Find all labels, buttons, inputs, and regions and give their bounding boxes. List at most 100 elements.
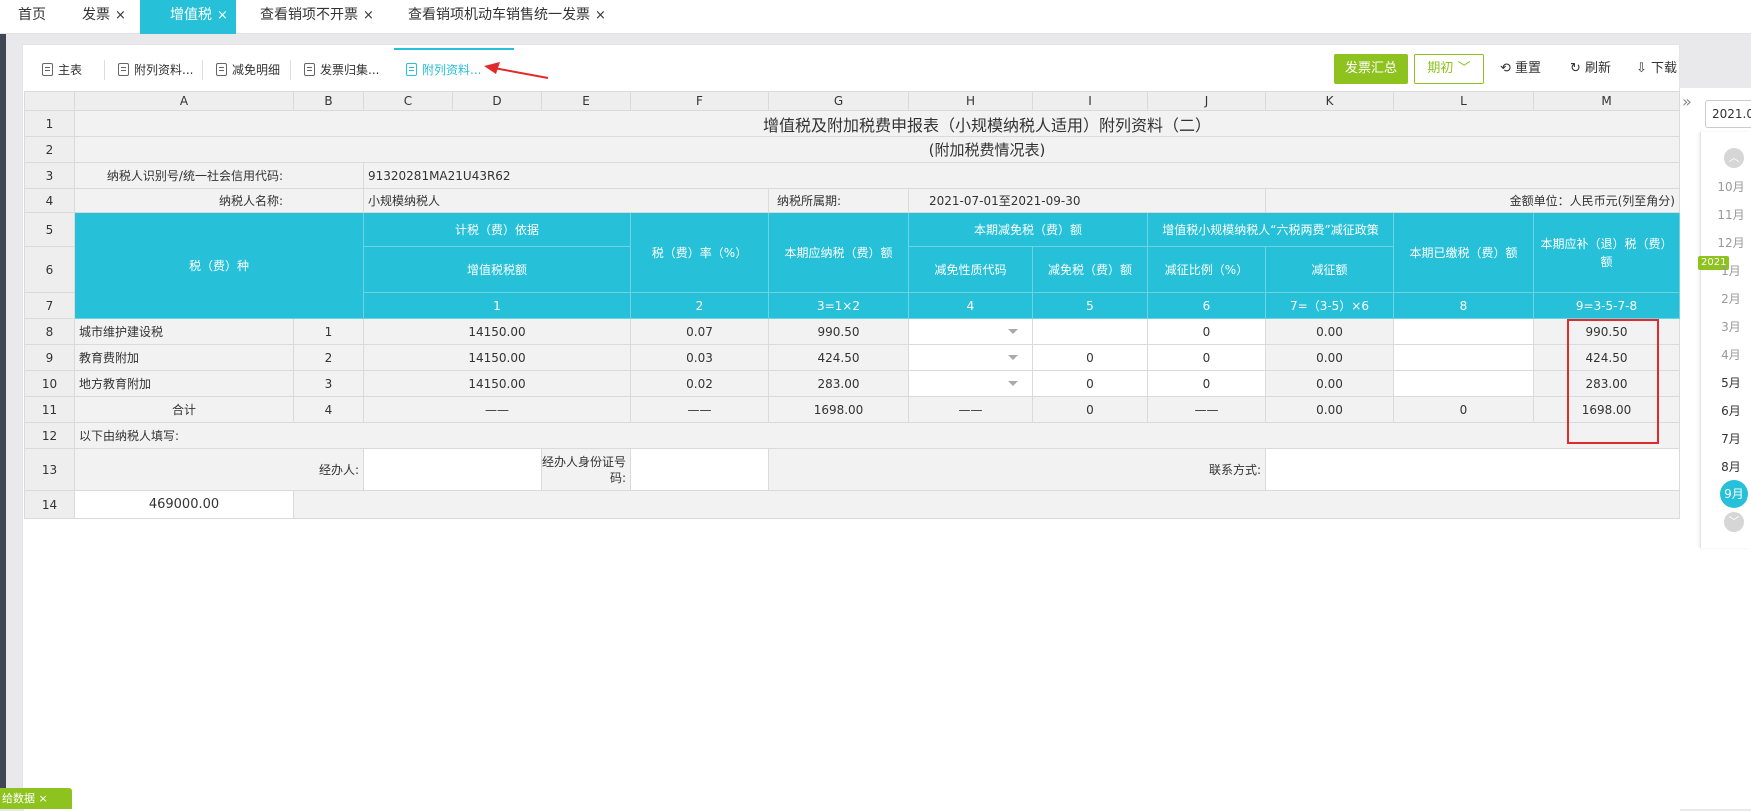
sheet-icon: [42, 63, 53, 76]
tab-vat[interactable]: 增值税 ×: [140, 0, 236, 34]
column-header[interactable]: K: [1266, 91, 1394, 111]
reduce-ratio-input[interactable]: 0: [1148, 319, 1266, 345]
row-header[interactable]: 12: [24, 423, 75, 449]
total-label: 合计: [75, 397, 294, 423]
row-header[interactable]: 13: [24, 449, 75, 491]
row-header[interactable]: 7: [24, 293, 75, 319]
payable-amount: 990.50: [769, 319, 909, 345]
agent-input[interactable]: [364, 449, 542, 491]
month-item-selected[interactable]: 9月: [1720, 480, 1748, 508]
reset-button[interactable]: ⟲ 重置: [1500, 54, 1541, 84]
chevron-down-icon[interactable]: ﹀: [1724, 512, 1744, 532]
relief-code-select[interactable]: [909, 319, 1033, 345]
column-header[interactable]: F: [631, 91, 769, 111]
subtab-main[interactable]: 主表: [42, 50, 82, 90]
column-header[interactable]: L: [1394, 91, 1534, 111]
agent-id-input[interactable]: [631, 449, 769, 491]
download-button[interactable]: ⇩ 下载: [1636, 54, 1677, 84]
col-number: 3=1×2: [769, 293, 909, 319]
tab-output-no-invoice[interactable]: 查看销项不开票 ×: [260, 0, 374, 34]
paid-amount-input[interactable]: [1394, 371, 1534, 397]
row-header[interactable]: 10: [24, 371, 75, 397]
column-header[interactable]: G: [769, 91, 909, 111]
subtab-relief-detail[interactable]: 减免明细: [216, 50, 280, 90]
tab-invoice[interactable]: 发票 ×: [82, 0, 126, 34]
row-header[interactable]: 4: [24, 189, 75, 213]
month-item[interactable]: 3月: [1713, 317, 1749, 337]
line-number: 1: [294, 319, 364, 345]
red-arrow-annotation: [484, 62, 549, 79]
month-item[interactable]: 4月: [1713, 345, 1749, 365]
month-item[interactable]: 10月: [1713, 177, 1749, 197]
row-header[interactable]: 2: [24, 137, 75, 163]
col-number: 4: [909, 293, 1033, 319]
agent-id-label: 经办人身份证号码:: [542, 449, 631, 491]
refresh-icon: ↻: [1570, 61, 1581, 76]
month-item[interactable]: 5月: [1713, 373, 1749, 393]
paid-amount-input[interactable]: [1394, 319, 1534, 345]
month-item[interactable]: 8月: [1713, 457, 1749, 477]
header-tax-type: 税（费）种: [75, 213, 364, 319]
chevron-up-icon[interactable]: ︿: [1724, 148, 1744, 168]
column-header[interactable]: C: [364, 91, 453, 111]
row-header[interactable]: 14: [24, 491, 75, 519]
month-item[interactable]: 11月: [1713, 205, 1749, 225]
line-number: 4: [294, 397, 364, 423]
month-item[interactable]: 6月: [1713, 401, 1749, 421]
period-year-input[interactable]: 2021.09: [1705, 100, 1751, 128]
refund-amount: 990.50: [1534, 319, 1680, 345]
row-header[interactable]: 8: [24, 319, 75, 345]
close-icon[interactable]: ×: [39, 792, 48, 805]
row-header[interactable]: 6: [24, 247, 75, 293]
bottom-floating-tab[interactable]: 给数据 ×: [0, 788, 72, 809]
close-icon[interactable]: ×: [217, 8, 228, 23]
column-header[interactable]: M: [1534, 91, 1680, 111]
download-icon: ⇩: [1636, 61, 1647, 76]
column-header[interactable]: E: [542, 91, 631, 111]
relief-code-select[interactable]: [909, 371, 1033, 397]
row-header[interactable]: 5: [24, 213, 75, 247]
refresh-button[interactable]: ↻ 刷新: [1570, 54, 1611, 84]
row-header[interactable]: 3: [24, 163, 75, 189]
row-header[interactable]: 9: [24, 345, 75, 371]
column-header[interactable]: H: [909, 91, 1033, 111]
header-reduce-ratio: 减征比例（%）: [1148, 247, 1266, 293]
paid-amount-input[interactable]: [1394, 345, 1534, 371]
month-item[interactable]: 1月: [1713, 261, 1749, 281]
tab-motor-vehicle-invoice[interactable]: 查看销项机动车销售统一发票 ×: [408, 0, 606, 34]
double-chevron-right-icon[interactable]: »: [1682, 92, 1692, 111]
column-header[interactable]: J: [1148, 91, 1266, 111]
month-item[interactable]: 2月: [1713, 289, 1749, 309]
row-header[interactable]: 1: [24, 111, 75, 137]
invoice-summary-button[interactable]: 发票汇总: [1334, 54, 1408, 84]
reduce-ratio-input[interactable]: 0: [1148, 345, 1266, 371]
divider: [202, 60, 203, 80]
column-header[interactable]: D: [453, 91, 542, 111]
close-icon[interactable]: ×: [363, 8, 374, 23]
tax-period-value: 2021-07-01至2021-09-30: [909, 189, 1266, 213]
close-icon[interactable]: ×: [115, 8, 126, 23]
month-item[interactable]: 7月: [1713, 429, 1749, 449]
row-header[interactable]: 11: [24, 397, 75, 423]
subtab-schedule-1[interactable]: 附列资料...: [118, 50, 193, 90]
total-reduce-ratio: ——: [1148, 397, 1266, 423]
spreadsheet: A B C D E F G H I J K L M 1 2 3 4 5 6 7 …: [24, 91, 1680, 811]
column-header[interactable]: A: [75, 91, 294, 111]
relief-amount-input[interactable]: 0: [1033, 371, 1148, 397]
cell-a14[interactable]: 469000.00: [75, 491, 294, 519]
subtab-invoice-collect[interactable]: 发票归集...: [304, 50, 379, 90]
relief-code-select[interactable]: [909, 345, 1033, 371]
relief-amount-input[interactable]: 0: [1033, 345, 1148, 371]
period-start-dropdown[interactable]: 期初 ﹀: [1414, 54, 1484, 84]
contact-input[interactable]: [1266, 449, 1680, 491]
relief-amount-input[interactable]: [1033, 319, 1148, 345]
close-icon[interactable]: ×: [595, 8, 606, 23]
column-header[interactable]: I: [1033, 91, 1148, 111]
col-number: 5: [1033, 293, 1148, 319]
payable-amount: 424.50: [769, 345, 909, 371]
tab-home[interactable]: 首页: [18, 0, 46, 34]
tax-rate: 0.03: [631, 345, 769, 371]
column-header[interactable]: B: [294, 91, 364, 111]
month-item[interactable]: 12月: [1713, 233, 1749, 253]
reduce-ratio-input[interactable]: 0: [1148, 371, 1266, 397]
